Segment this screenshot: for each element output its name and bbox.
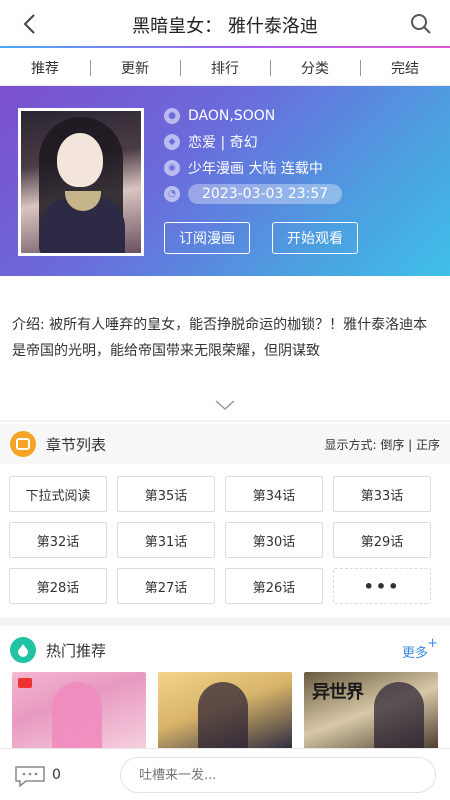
- author-name: DAON,SOON: [188, 108, 276, 124]
- section-divider: [0, 420, 450, 422]
- genre-text: 恋爱 | 奇幻: [188, 135, 258, 151]
- recommend-comic-thumb[interactable]: [12, 672, 146, 750]
- updated-row: ◔ 2023-03-03 23:57: [164, 182, 434, 206]
- more-chapters-button[interactable]: •••: [333, 568, 431, 604]
- chapter-button[interactable]: 第26话: [225, 568, 323, 604]
- chapter-button[interactable]: 第29话: [333, 522, 431, 558]
- chapter-grid: 下拉式阅读 第35话 第34话 第33话 第32话 第31话 第30话 第29话…: [9, 476, 441, 604]
- chapter-button[interactable]: 第31话: [117, 522, 215, 558]
- nav-tab-ranking[interactable]: 排行: [180, 58, 270, 78]
- chapter-button[interactable]: 第27话: [117, 568, 215, 604]
- subscribe-button[interactable]: 订阅漫画: [164, 222, 250, 254]
- start-reading-button[interactable]: 开始观看: [272, 222, 358, 254]
- tags-text: 少年漫画 大陆 连载中: [188, 161, 323, 177]
- tags-row: ◉ 少年漫画 大陆 连载中: [164, 156, 434, 180]
- header-accent-line: [0, 46, 450, 48]
- category-nav: 推荐 更新 排行 分类 完结: [0, 50, 450, 86]
- search-icon: [411, 14, 431, 34]
- nav-tab-completed[interactable]: 完结: [360, 58, 450, 78]
- comic-cover[interactable]: [18, 108, 144, 256]
- hot-recommend-title: 热门推荐: [46, 641, 107, 660]
- comment-input[interactable]: [120, 757, 436, 793]
- top-bar: 黑暗皇女： 雅什泰洛迪: [0, 0, 450, 47]
- comment-bar: 0: [0, 748, 450, 800]
- comment-icon[interactable]: [14, 765, 46, 787]
- chapter-button[interactable]: 第30话: [225, 522, 323, 558]
- nav-tab-recommend[interactable]: 推荐: [0, 58, 90, 78]
- sort-order-toggle[interactable]: 显示方式: 倒序 | 正序: [324, 436, 440, 453]
- plus-icon[interactable]: +: [427, 636, 438, 651]
- chapter-button[interactable]: 第32话: [9, 522, 107, 558]
- chapter-list-title: 章节列表: [46, 435, 107, 454]
- recommend-carousel: 异世界: [12, 672, 438, 750]
- fire-icon: [10, 637, 36, 663]
- more-link[interactable]: 更多: [402, 642, 428, 661]
- chapter-button[interactable]: 第34话: [225, 476, 323, 512]
- update-time: 2023-03-03 23:57: [188, 184, 343, 204]
- chevron-down-icon[interactable]: [214, 398, 236, 412]
- section-divider: [0, 618, 450, 626]
- thumb-title-art: 异世界: [312, 682, 364, 703]
- banner-actions: 订阅漫画 开始观看: [164, 222, 358, 254]
- chapter-button[interactable]: 第28话: [9, 568, 107, 604]
- chapter-button[interactable]: 第35话: [117, 476, 215, 512]
- recommend-comic-thumb[interactable]: 异世界: [304, 672, 438, 750]
- chapter-button[interactable]: 第33话: [333, 476, 431, 512]
- genre-row: ◆ 恋爱 | 奇幻: [164, 130, 434, 154]
- comic-meta: ● DAON,SOON ◆ 恋爱 | 奇幻 ◉ 少年漫画 大陆 连载中 ◔ 20…: [164, 104, 434, 208]
- eye-icon: ◉: [164, 160, 180, 176]
- comic-description: 介绍: 被所有人唾弃的皇女，能否挣脱命运的枷锁？！雅什泰洛迪本是帝国的光明，能给…: [12, 317, 428, 359]
- chevron-left-icon: [23, 14, 35, 34]
- nav-tab-updates[interactable]: 更新: [90, 58, 180, 78]
- nav-tab-categories[interactable]: 分类: [270, 58, 360, 78]
- scroll-read-button[interactable]: 下拉式阅读: [9, 476, 107, 512]
- back-button[interactable]: [14, 10, 44, 38]
- tag-icon: ◆: [164, 134, 180, 150]
- chapter-list-header: 章节列表 显示方式: 倒序 | 正序: [0, 424, 450, 464]
- search-button[interactable]: [406, 10, 436, 38]
- page-title: 黑暗皇女： 雅什泰洛迪: [132, 16, 318, 37]
- user-icon: ●: [164, 108, 180, 124]
- author-row: ● DAON,SOON: [164, 104, 434, 128]
- comment-count: 0: [52, 767, 61, 783]
- clock-icon: ◔: [164, 186, 180, 202]
- book-icon: [10, 431, 36, 457]
- hot-recommend-header: 热门推荐 更多 +: [0, 634, 450, 666]
- comic-info-banner: ● DAON,SOON ◆ 恋爱 | 奇幻 ◉ 少年漫画 大陆 连载中 ◔ 20…: [0, 86, 450, 276]
- recommend-comic-thumb[interactable]: [158, 672, 292, 750]
- play-badge-icon: [18, 678, 32, 688]
